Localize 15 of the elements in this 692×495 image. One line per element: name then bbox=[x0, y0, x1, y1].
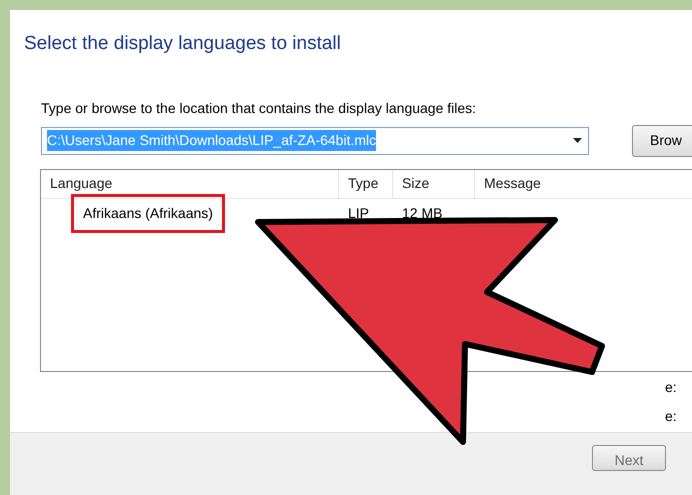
column-header[interactable]: Message bbox=[484, 173, 541, 194]
path-label: Type or browse to the location that contains the display language files: bbox=[40, 98, 478, 118]
field-label: e: bbox=[665, 406, 677, 426]
dialog-heading: Select the display languages to install bbox=[23, 32, 342, 56]
column-header[interactable]: Language bbox=[50, 173, 112, 194]
browse-button[interactable]: Brow bbox=[632, 124, 692, 156]
table-cell: LIP bbox=[348, 204, 370, 220]
column-header[interactable]: Size bbox=[402, 173, 430, 194]
column-header[interactable]: Type bbox=[348, 173, 378, 194]
dropdown-caret-icon bbox=[573, 138, 582, 143]
field-label: e: bbox=[665, 378, 677, 396]
language-name: Afrikaans (Afrikaans) bbox=[71, 194, 225, 232]
path-value: C:\Users\Jane Smith\Downloads\LIP_af-ZA-64bit.mlc bbox=[47, 130, 376, 151]
next-button[interactable]: Next bbox=[592, 444, 666, 470]
table-cell: 12 MB bbox=[402, 204, 442, 220]
